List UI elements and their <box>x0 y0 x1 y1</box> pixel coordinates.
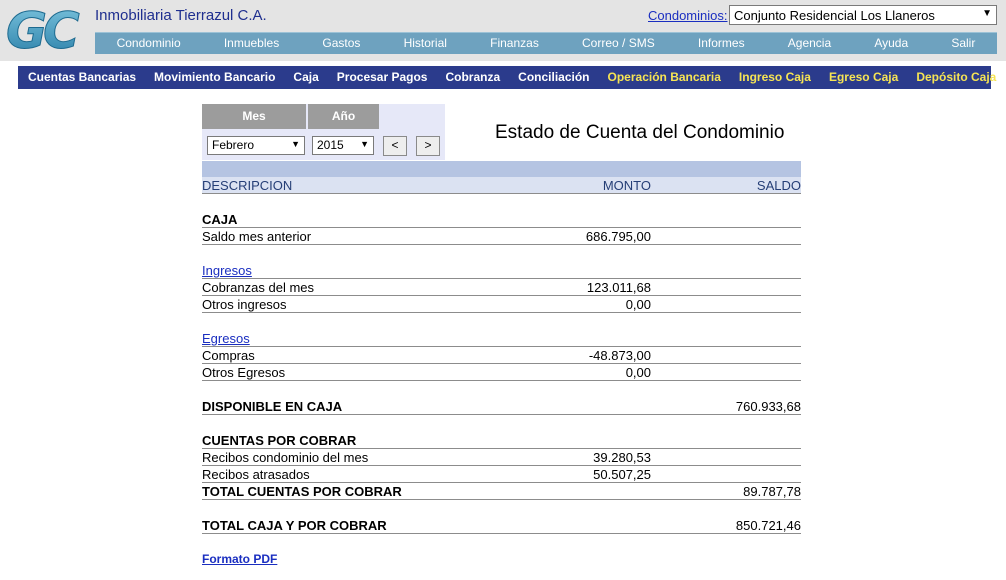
table-row: Saldo mes anterior 686.795,00 <box>202 228 801 245</box>
sub-nav-item-conciliacion[interactable]: Conciliación <box>518 66 589 89</box>
row-saldo: 89.787,78 <box>743 484 801 499</box>
group-link-row: Ingresos <box>202 262 801 279</box>
next-month-button[interactable]: > <box>416 136 440 156</box>
section-row: CAJA <box>202 211 801 228</box>
row-monto: 686.795,00 <box>585 229 651 244</box>
row-description: Otros ingresos <box>202 297 287 312</box>
sub-nav-item-cobranza[interactable]: Cobranza <box>445 66 500 89</box>
main-nav-item-historial[interactable]: Historial <box>382 33 469 54</box>
group-link[interactable]: Ingresos <box>202 262 252 279</box>
pdf-format-link[interactable]: Formato PDF <box>202 552 277 566</box>
column-header-monto: MONTO <box>602 178 651 193</box>
main-nav-item-inmuebles[interactable]: Inmuebles <box>202 33 301 54</box>
main-nav-item-agencia[interactable]: Agencia <box>766 33 853 54</box>
table-row: Recibos condominio del mes 39.280,53 <box>202 449 801 466</box>
anio-select-value: 2015 <box>317 138 344 152</box>
spacer-row <box>202 500 801 517</box>
row-description: Recibos atrasados <box>202 467 310 482</box>
spacer-row <box>202 415 801 432</box>
total-row: TOTAL CAJA Y POR COBRAR 850.721,46 <box>202 517 801 534</box>
chevron-down-icon: ▼ <box>982 8 992 19</box>
sub-nav-item-egreso-caja[interactable]: Egreso Caja <box>829 66 898 89</box>
mes-select-value: Febrero <box>212 138 255 152</box>
main-nav-item-condominio[interactable]: Condominio <box>95 33 202 54</box>
row-monto: 0,00 <box>625 365 651 380</box>
table-row: Compras -48.873,00 <box>202 347 801 364</box>
main-nav-item-informes[interactable]: Informes <box>676 33 766 54</box>
row-description: DISPONIBLE EN CAJA <box>202 399 343 414</box>
table-header-row: DESCRIPCION MONTO SALDO <box>202 177 801 194</box>
condominio-select-value: Conjunto Residencial Los Llaneros <box>734 8 935 23</box>
row-description: TOTAL CAJA Y POR COBRAR <box>202 518 387 533</box>
total-row: DISPONIBLE EN CAJA 760.933,68 <box>202 398 801 415</box>
row-description: CAJA <box>202 212 238 227</box>
mes-header: Mes <box>202 104 306 129</box>
row-description: Recibos condominio del mes <box>202 450 369 465</box>
main-nav-item-gastos[interactable]: Gastos <box>301 33 382 54</box>
sub-nav-item-cuentas-bancarias[interactable]: Cuentas Bancarias <box>28 66 136 89</box>
row-description: Compras <box>202 348 255 363</box>
chevron-down-icon: ▼ <box>360 139 369 149</box>
column-header-saldo: SALDO <box>756 178 801 193</box>
total-row: TOTAL CUENTAS POR COBRAR 89.787,78 <box>202 483 801 500</box>
sub-nav: Cuentas Bancarias Movimiento Bancario Caja… <box>18 66 996 89</box>
chevron-down-icon: ▼ <box>291 139 300 149</box>
sub-nav-item-procesar-pagos[interactable]: Procesar Pagos <box>337 66 428 89</box>
sub-nav-item-ingreso-caja[interactable]: Ingreso Caja <box>739 66 811 89</box>
anio-header: Año <box>308 104 379 129</box>
period-selector: Mes Año Febrero ▼ 2015 ▼ < > <box>202 104 445 160</box>
app-header: GC Inmobiliaria Tierrazul C.A. Condomini… <box>0 0 1006 61</box>
section-row: CUENTAS POR COBRAR <box>202 432 801 449</box>
table-row: Otros Egresos 0,00 <box>202 364 801 381</box>
row-saldo: 850.721,46 <box>735 518 801 533</box>
main-nav-item-salir[interactable]: Salir <box>930 33 997 54</box>
row-monto: 50.507,25 <box>593 467 651 482</box>
spacer-row <box>202 313 801 330</box>
row-description: CUENTAS POR COBRAR <box>202 433 357 448</box>
sub-nav-item-operacion-bancaria[interactable]: Operación Bancaria <box>608 66 721 89</box>
main-nav-item-ayuda[interactable]: Ayuda <box>853 33 930 54</box>
spacer-row <box>202 194 801 211</box>
table-top-bar <box>202 161 801 177</box>
report-title: Estado de Cuenta del Condominio <box>495 122 785 143</box>
previous-month-button[interactable]: < <box>383 136 407 156</box>
row-monto: -48.873,00 <box>588 348 651 363</box>
row-monto: 0,00 <box>625 297 651 312</box>
condominios-link[interactable]: Condominios: <box>648 8 728 23</box>
company-name: Inmobiliaria Tierrazul C.A. <box>95 7 267 24</box>
table-body: CAJA Saldo mes anterior 686.795,00 Ingresos… <box>202 194 801 551</box>
table-row: Otros ingresos 0,00 <box>202 296 801 313</box>
column-header-descripcion: DESCRIPCION <box>202 178 293 193</box>
account-statement-table: DESCRIPCION MONTO SALDO CAJA Saldo mes an… <box>202 161 801 551</box>
sub-nav-item-movimiento-bancario[interactable]: Movimiento Bancario <box>154 66 275 89</box>
anio-select[interactable]: 2015 ▼ <box>312 136 374 155</box>
spacer-row <box>202 245 801 262</box>
spacer-row <box>202 534 801 551</box>
row-description: Saldo mes anterior <box>202 229 312 244</box>
main-nav-item-finanzas[interactable]: Finanzas <box>469 33 561 54</box>
gc-logo: GC <box>6 2 85 58</box>
main-nav-item-correo-sms[interactable]: Correo / SMS <box>560 33 676 54</box>
sub-nav-item-deposito-caja[interactable]: Depósito Caja <box>916 66 996 89</box>
row-monto: 123.011,68 <box>586 280 651 295</box>
group-link[interactable]: Egresos <box>202 330 250 347</box>
row-description: TOTAL CUENTAS POR COBRAR <box>202 484 402 499</box>
table-row: Cobranzas del mes 123.011,68 <box>202 279 801 296</box>
row-monto: 39.280,53 <box>593 450 651 465</box>
table-row: Recibos atrasados 50.507,25 <box>202 466 801 483</box>
mes-select[interactable]: Febrero ▼ <box>207 136 305 155</box>
main-nav: Condominio Inmuebles Gastos Historial Finanz… <box>95 32 997 54</box>
row-description: Otros Egresos <box>202 365 286 380</box>
group-link-row: Egresos <box>202 330 801 347</box>
row-description: Cobranzas del mes <box>202 280 314 295</box>
logo-text: GC <box>6 2 80 58</box>
row-saldo: 760.933,68 <box>735 399 801 414</box>
spacer-row <box>202 381 801 398</box>
condominio-select[interactable]: Conjunto Residencial Los Llaneros ▼ <box>729 5 997 25</box>
sub-nav-item-caja[interactable]: Caja <box>293 66 318 89</box>
